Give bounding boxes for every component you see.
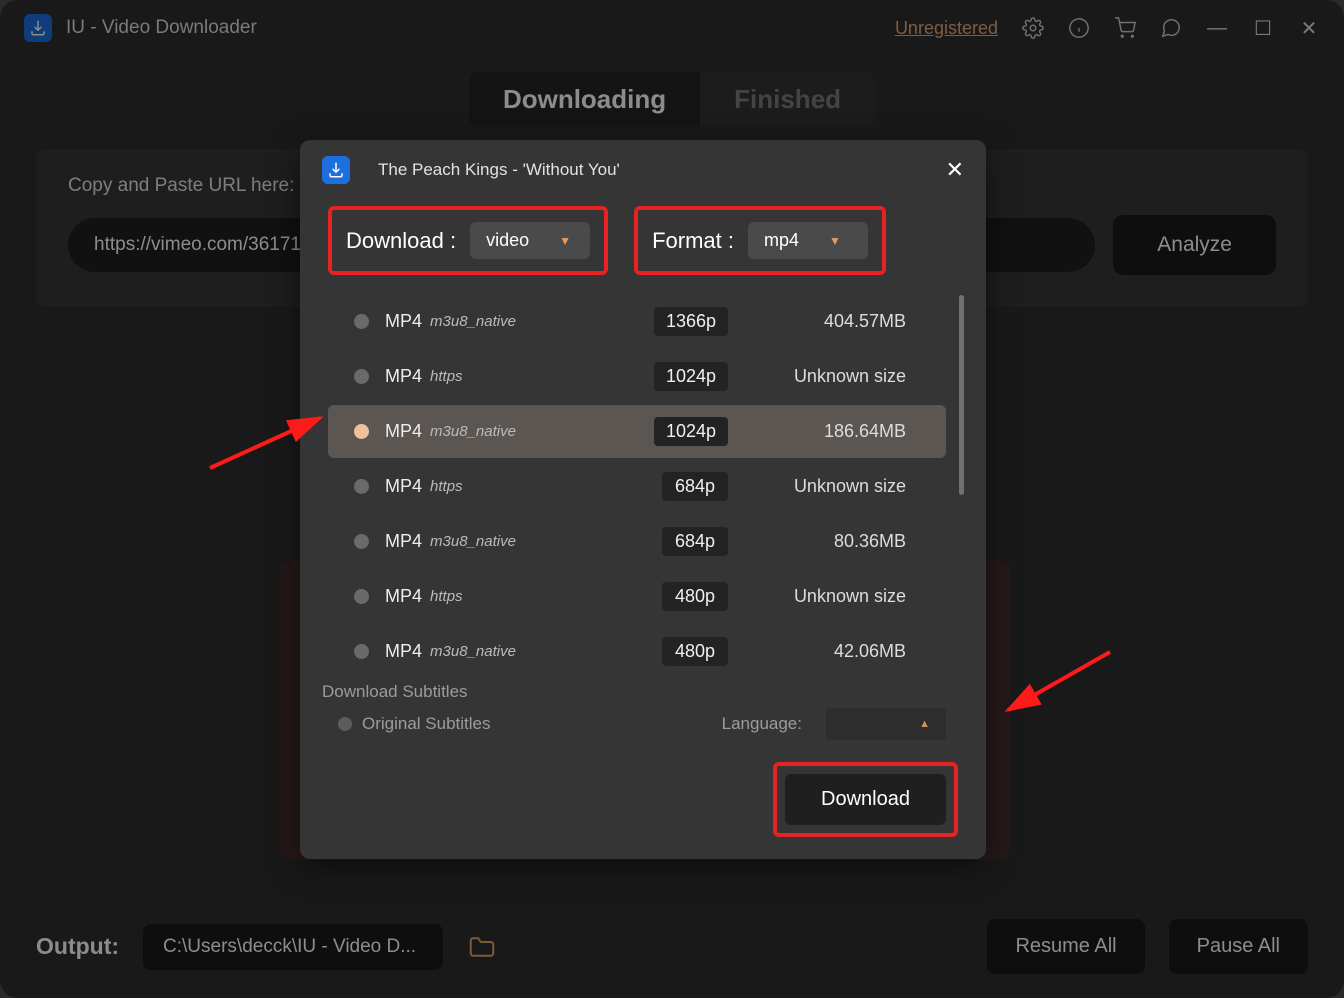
format-selector: Format : mp4 ▼ (634, 206, 886, 275)
format-radio[interactable] (354, 314, 369, 329)
format-resolution: 1024p (654, 417, 728, 446)
download-button[interactable]: Download (785, 774, 946, 825)
format-radio[interactable] (354, 534, 369, 549)
format-codec: MP4 (385, 366, 422, 387)
format-row[interactable]: MP4 https 480p Unknown size (328, 570, 946, 623)
format-size: Unknown size (756, 586, 906, 607)
format-resolution: 684p (662, 527, 728, 556)
download-highlight: Download (773, 762, 958, 837)
download-label: Download : (346, 228, 456, 254)
format-codec: MP4 (385, 586, 422, 607)
format-protocol: m3u8_native (430, 643, 516, 660)
download-type-dropdown[interactable]: video ▼ (470, 222, 590, 259)
download-dialog: The Peach Kings - 'Without You' ✕ Downlo… (300, 140, 986, 859)
format-dropdown[interactable]: mp4 ▼ (748, 222, 868, 259)
format-radio[interactable] (354, 369, 369, 384)
format-resolution: 1024p (654, 362, 728, 391)
format-radio[interactable] (354, 424, 369, 439)
format-codec: MP4 (385, 421, 422, 442)
format-size: 42.06MB (756, 641, 906, 662)
format-codec: MP4 (385, 531, 422, 552)
original-subtitles-radio[interactable] (338, 717, 352, 731)
format-resolution: 480p (662, 582, 728, 611)
format-codec: MP4 (385, 641, 422, 662)
language-dropdown[interactable]: ▲ (826, 708, 946, 740)
format-codec: MP4 (385, 311, 422, 332)
chevron-down-icon: ▼ (559, 234, 571, 248)
format-row[interactable]: MP4 m3u8_native 1024p 186.64MB (328, 405, 946, 458)
dialog-close-button[interactable]: ✕ (946, 157, 964, 183)
format-protocol: https (430, 368, 463, 385)
format-protocol: m3u8_native (430, 533, 516, 550)
language-label: Language: (722, 714, 802, 734)
format-radio[interactable] (354, 479, 369, 494)
dialog-app-icon (322, 156, 350, 184)
format-row[interactable]: MP4 m3u8_native 684p 80.36MB (328, 515, 946, 568)
format-radio[interactable] (354, 589, 369, 604)
download-type-selector: Download : video ▼ (328, 206, 608, 275)
scrollbar[interactable] (959, 295, 964, 495)
subtitles-header: Download Subtitles (322, 682, 946, 702)
chevron-down-icon: ▼ (829, 234, 841, 248)
format-size: 186.64MB (756, 421, 906, 442)
format-protocol: m3u8_native (430, 313, 516, 330)
chevron-up-icon: ▲ (919, 718, 930, 730)
format-size: Unknown size (756, 366, 906, 387)
format-protocol: m3u8_native (430, 423, 516, 440)
format-row[interactable]: MP4 https 1024p Unknown size (328, 350, 946, 403)
format-row[interactable]: MP4 m3u8_native 1366p 404.57MB (328, 295, 946, 348)
format-size: 80.36MB (756, 531, 906, 552)
format-codec: MP4 (385, 476, 422, 497)
format-protocol: https (430, 588, 463, 605)
format-resolution: 684p (662, 472, 728, 501)
format-resolution: 480p (662, 637, 728, 666)
format-row[interactable]: MP4 https 684p Unknown size (328, 460, 946, 513)
format-resolution: 1366p (654, 307, 728, 336)
dialog-title: The Peach Kings - 'Without You' (378, 160, 620, 180)
format-radio[interactable] (354, 644, 369, 659)
format-size: 404.57MB (756, 311, 906, 332)
format-size: Unknown size (756, 476, 906, 497)
format-label: Format : (652, 228, 734, 254)
format-protocol: https (430, 478, 463, 495)
original-subtitles-label: Original Subtitles (362, 714, 491, 734)
format-row[interactable]: MP4 m3u8_native 480p 42.06MB (328, 625, 946, 678)
format-list: MP4 m3u8_native 1366p 404.57MB MP4 https 1024p… (300, 289, 986, 678)
